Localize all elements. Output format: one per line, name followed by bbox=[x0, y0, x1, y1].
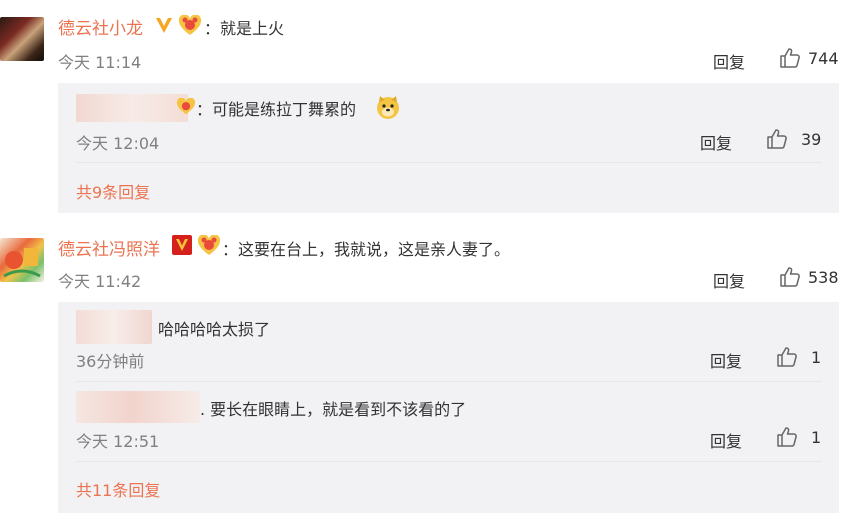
username[interactable]: 德云社冯照洋 bbox=[58, 235, 160, 260]
comment-time: 今天 11:14 bbox=[58, 53, 142, 72]
thumbs-up-icon[interactable] bbox=[766, 128, 788, 150]
blurred-avatar bbox=[76, 94, 188, 122]
fan-badge-icon bbox=[178, 15, 202, 35]
divider bbox=[76, 381, 822, 382]
like-count: 1 bbox=[811, 428, 822, 447]
thumbs-up-icon[interactable] bbox=[779, 266, 801, 288]
verified-v-icon bbox=[156, 18, 172, 33]
reply-button[interactable]: 回复 bbox=[700, 130, 732, 154]
comment-text: ：就是上火 bbox=[204, 19, 285, 38]
more-replies-link[interactable]: 共9条回复 bbox=[76, 179, 150, 203]
doge-emoji-icon bbox=[377, 96, 399, 119]
more-replies-link[interactable]: 共11条回复 bbox=[76, 477, 160, 501]
like-count: 39 bbox=[801, 130, 822, 149]
sub-reply-time: 今天 12:04 bbox=[76, 134, 160, 153]
comment-text: ：这要在台上，我就说，这是亲人妻了。 bbox=[222, 240, 511, 259]
sub-reply-text: ：可能是练拉丁舞累的 bbox=[196, 100, 357, 119]
thumbs-up-icon[interactable] bbox=[779, 47, 801, 69]
like-count: 538 bbox=[808, 268, 839, 287]
reply-button[interactable]: 回复 bbox=[710, 348, 742, 372]
avatar-art-icon bbox=[3, 248, 41, 278]
sub-reply-time: 36分钟前 bbox=[76, 352, 145, 371]
thumbs-up-icon[interactable] bbox=[776, 426, 798, 448]
avatar[interactable] bbox=[0, 17, 44, 61]
username[interactable]: 德云社小龙 bbox=[58, 14, 143, 39]
blurred-avatar bbox=[76, 310, 152, 344]
sub-reply-text: . 要长在眼睛上，就是看到不该看的了 bbox=[200, 400, 467, 419]
avatar[interactable] bbox=[0, 238, 44, 282]
fan-badge-icon bbox=[176, 98, 196, 115]
reply-button[interactable]: 回复 bbox=[713, 268, 745, 292]
comment-time: 今天 11:42 bbox=[58, 272, 142, 291]
blurred-avatar bbox=[76, 391, 200, 423]
sub-reply-time: 今天 12:51 bbox=[76, 432, 160, 451]
reply-button[interactable]: 回复 bbox=[713, 49, 745, 73]
reply-button[interactable]: 回复 bbox=[710, 428, 742, 452]
fan-badge-icon bbox=[197, 235, 221, 255]
like-count: 744 bbox=[808, 49, 839, 68]
sub-reply-text: 哈哈哈哈太损了 bbox=[158, 320, 271, 339]
verified-v-icon bbox=[172, 235, 192, 255]
like-count: 1 bbox=[811, 348, 822, 367]
divider bbox=[76, 461, 822, 462]
divider bbox=[76, 162, 822, 163]
thumbs-up-icon[interactable] bbox=[776, 346, 798, 368]
